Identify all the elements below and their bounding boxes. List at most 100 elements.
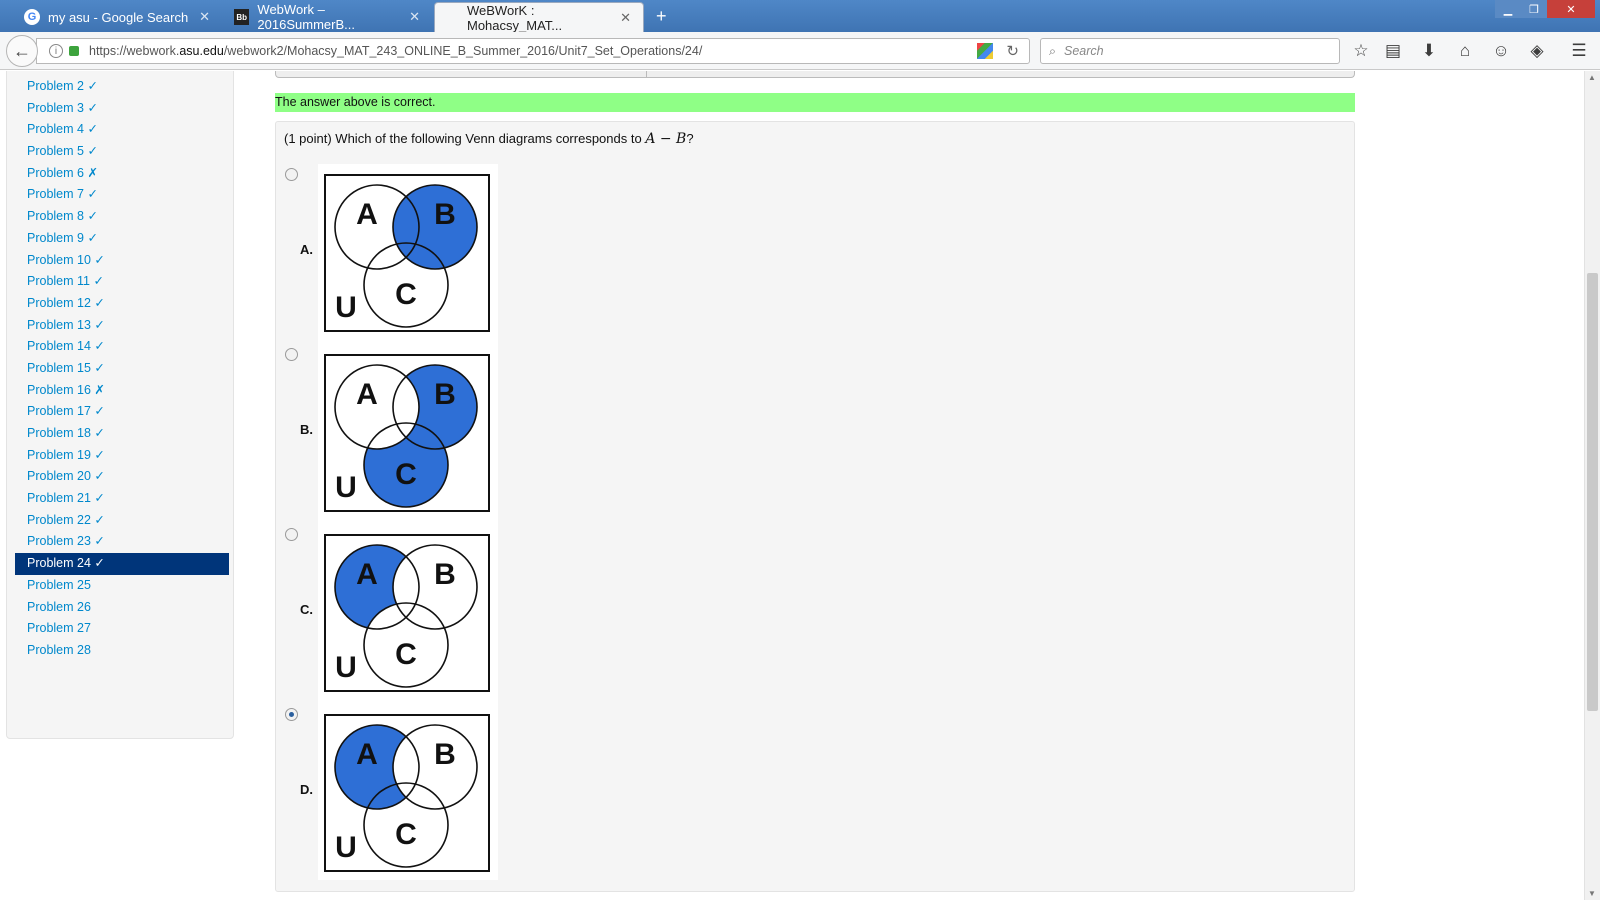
problem-list: Problem 2 ✓ Problem 3 ✓ Problem 4 ✓ Problem… bbox=[15, 76, 229, 662]
problem-sidebar: Problem 2 ✓ Problem 3 ✓ Problem 4 ✓ Problem… bbox=[6, 71, 234, 739]
window-close-button[interactable]: ✕ bbox=[1547, 0, 1595, 18]
sidebar-problem-link[interactable]: Problem 14 ✓ bbox=[15, 336, 229, 358]
tab-webwork[interactable]: WeBWorK : Mohacsy_MAT... ✕ bbox=[434, 2, 644, 33]
reload-icon[interactable]: ↻ bbox=[1006, 42, 1019, 60]
option-label: B. bbox=[300, 422, 313, 437]
sidebar-problem-link[interactable]: Problem 12 ✓ bbox=[15, 293, 229, 315]
close-icon[interactable]: ✕ bbox=[409, 9, 420, 25]
venn-diagram: A B C U bbox=[324, 714, 490, 872]
answer-radio[interactable] bbox=[285, 528, 298, 541]
problem-container: (1 point) Which of the following Venn di… bbox=[275, 121, 1355, 892]
search-icon: ⌕ bbox=[1049, 43, 1057, 58]
scroll-down-icon[interactable]: ▼ bbox=[1588, 889, 1596, 898]
home-icon[interactable]: ⌂ bbox=[1454, 40, 1476, 62]
sidebar-problem-link[interactable]: Problem 16 ✗ bbox=[15, 380, 229, 402]
tab-bar: G my asu - Google Search ✕ Bb WebWork – … bbox=[0, 0, 1600, 33]
scroll-thumb[interactable] bbox=[1587, 273, 1598, 711]
tab-title: my asu - Google Search bbox=[48, 9, 189, 25]
tab-title: WebWork – 2016SummerB... bbox=[257, 2, 355, 32]
set-c-label: C bbox=[395, 458, 417, 491]
google-icon: G bbox=[24, 9, 40, 25]
answer-radio[interactable] bbox=[285, 708, 298, 721]
sidebar-problem-link[interactable]: Problem 23 ✓ bbox=[15, 531, 229, 553]
vertical-scrollbar[interactable]: ▲ ▼ bbox=[1584, 71, 1600, 900]
sidebar-problem-link[interactable]: Problem 26 bbox=[15, 597, 229, 619]
tab-blackboard[interactable]: Bb WebWork – 2016SummerB... ✕ bbox=[222, 2, 432, 32]
address-bar[interactable]: i https://webwork.asu.edu/webwork2/Mohac… bbox=[36, 38, 1030, 64]
minimize-button[interactable]: ▁ bbox=[1495, 0, 1521, 18]
sidebar-problem-link[interactable]: Problem 13 ✓ bbox=[15, 315, 229, 337]
sidebar-problem-link[interactable]: Problem 3 ✓ bbox=[15, 98, 229, 120]
scroll-up-icon[interactable]: ▲ bbox=[1588, 73, 1596, 82]
set-a-label: A bbox=[356, 378, 378, 411]
set-a-label: A bbox=[356, 738, 378, 771]
correct-answer-message: The answer above is correct. bbox=[275, 93, 1355, 112]
set-b-label: B bbox=[434, 198, 456, 231]
sidebar-problem-link[interactable]: Problem 5 ✓ bbox=[15, 141, 229, 163]
sidebar-problem-link[interactable]: Problem 8 ✓ bbox=[15, 206, 229, 228]
download-icon[interactable]: ⬇ bbox=[1418, 40, 1440, 62]
set-a-label: A bbox=[356, 558, 378, 591]
search-placeholder: Search bbox=[1064, 44, 1104, 58]
sidebar-problem-link[interactable]: Problem 19 ✓ bbox=[15, 445, 229, 467]
bookmark-star-icon[interactable]: ☆ bbox=[1350, 40, 1372, 62]
sidebar-problem-link[interactable]: Problem 9 ✓ bbox=[15, 228, 229, 250]
answer-table-remnant bbox=[275, 71, 1355, 78]
answer-radio[interactable] bbox=[285, 168, 298, 181]
sidebar-problem-link[interactable]: Problem 2 ✓ bbox=[15, 76, 229, 98]
problem-prompt: (1 point) Which of the following Venn di… bbox=[284, 131, 694, 147]
back-button[interactable]: ← bbox=[6, 35, 38, 67]
page-content: Problem 2 ✓ Problem 3 ✓ Problem 4 ✓ Problem… bbox=[0, 71, 1584, 900]
sidebar-problem-link[interactable]: Problem 6 ✗ bbox=[15, 163, 229, 185]
back-arrow-icon: ← bbox=[13, 40, 31, 61]
set-c-label: C bbox=[395, 638, 417, 671]
answer-radio[interactable] bbox=[285, 348, 298, 361]
blackboard-icon: Bb bbox=[234, 9, 250, 25]
sidebar-problem-link[interactable]: Problem 25 bbox=[15, 575, 229, 597]
option-label: A. bbox=[300, 242, 313, 257]
navigation-toolbar: i https://webwork.asu.edu/webwork2/Mohac… bbox=[0, 32, 1600, 70]
set-b-label: B bbox=[434, 378, 456, 411]
venn-diagram: A B C U bbox=[324, 174, 490, 332]
url-text: https://webwork.asu.edu/webwork2/Mohacsy… bbox=[89, 44, 703, 58]
pocket-icon[interactable]: ◈ bbox=[1526, 40, 1548, 62]
extension-icon[interactable] bbox=[977, 43, 993, 59]
sidebar-problem-link[interactable]: Problem 22 ✓ bbox=[15, 510, 229, 532]
math-expression: A − B bbox=[645, 131, 687, 147]
venn-diagram: A B C U bbox=[324, 354, 490, 512]
search-field[interactable]: ⌕ Search bbox=[1040, 38, 1340, 64]
tab-title: WeBWorK : Mohacsy_MAT... bbox=[467, 2, 563, 33]
option-label: C. bbox=[300, 602, 313, 617]
restore-button[interactable]: ❐ bbox=[1521, 0, 1547, 18]
sidebar-problem-link[interactable]: Problem 17 ✓ bbox=[15, 401, 229, 423]
universe-label: U bbox=[335, 291, 357, 324]
reading-list-icon[interactable]: ▤ bbox=[1382, 40, 1404, 62]
sidebar-problem-link[interactable]: Problem 7 ✓ bbox=[15, 184, 229, 206]
universe-label: U bbox=[335, 831, 357, 864]
close-icon[interactable]: ✕ bbox=[199, 9, 210, 25]
universe-label: U bbox=[335, 651, 357, 684]
sidebar-problem-link[interactable]: Problem 21 ✓ bbox=[15, 488, 229, 510]
set-c-label: C bbox=[395, 818, 417, 851]
sidebar-problem-link[interactable]: Problem 10 ✓ bbox=[15, 250, 229, 272]
menu-icon[interactable]: ☰ bbox=[1568, 40, 1590, 62]
universe-label: U bbox=[335, 471, 357, 504]
sidebar-problem-link[interactable]: Problem 20 ✓ bbox=[15, 466, 229, 488]
sidebar-problem-link[interactable]: Problem 24 ✓ bbox=[15, 553, 229, 575]
info-icon[interactable]: i bbox=[49, 44, 63, 58]
sidebar-problem-link[interactable]: Problem 18 ✓ bbox=[15, 423, 229, 445]
set-c-label: C bbox=[395, 278, 417, 311]
sidebar-problem-link[interactable]: Problem 15 ✓ bbox=[15, 358, 229, 380]
tab-google-search[interactable]: G my asu - Google Search ✕ bbox=[12, 2, 222, 32]
sidebar-problem-link[interactable]: Problem 28 bbox=[15, 640, 229, 662]
lock-icon bbox=[69, 46, 79, 56]
sidebar-problem-link[interactable]: Problem 4 ✓ bbox=[15, 119, 229, 141]
sidebar-problem-link[interactable]: Problem 11 ✓ bbox=[15, 271, 229, 293]
new-tab-button[interactable]: + bbox=[656, 6, 667, 27]
sidebar-problem-link[interactable]: Problem 27 bbox=[15, 618, 229, 640]
close-icon[interactable]: ✕ bbox=[620, 10, 631, 26]
option-label: D. bbox=[300, 782, 313, 797]
set-b-label: B bbox=[434, 738, 456, 771]
chat-icon[interactable]: ☺ bbox=[1490, 40, 1512, 62]
venn-diagram: A B C U bbox=[324, 534, 490, 692]
